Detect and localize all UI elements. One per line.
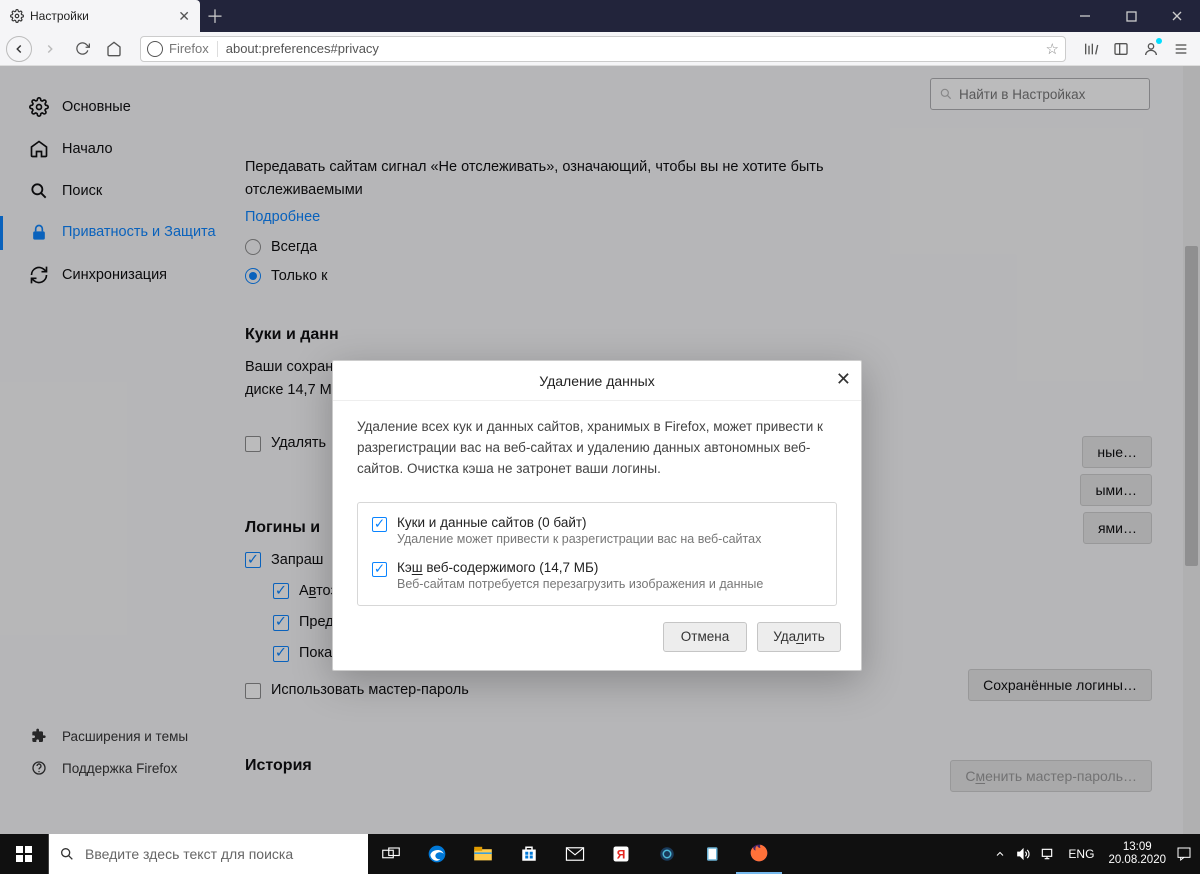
library-icon[interactable] [1078, 36, 1104, 62]
option-description: Удаление может привести к разрегистрации… [397, 532, 761, 546]
firefox-identity-icon [147, 41, 163, 57]
tab-title: Настройки [30, 9, 178, 23]
preferences-content: Основные Начало Поиск Приватность и Защи… [0, 66, 1200, 834]
checkbox-checked-icon: ✓ [372, 517, 387, 532]
search-placeholder: Введите здесь текст для поиска [85, 846, 293, 862]
sidebar-icon[interactable] [1108, 36, 1134, 62]
checkbox-checked-icon: ✓ [372, 562, 387, 577]
tray-volume-icon[interactable] [1016, 847, 1030, 861]
reload-button[interactable] [68, 35, 96, 63]
search-icon [59, 846, 75, 862]
app-menu-icon[interactable] [1168, 36, 1194, 62]
yandex-icon[interactable]: Я [598, 834, 644, 874]
mail-icon[interactable] [552, 834, 598, 874]
back-button[interactable] [6, 36, 32, 62]
tray-notifications-icon[interactable] [1176, 846, 1192, 862]
clear-data-dialog: Удаление данных ✕ Удаление всех кук и да… [332, 360, 862, 671]
forward-button[interactable] [36, 35, 64, 63]
store-icon[interactable] [506, 834, 552, 874]
window-titlebar: Настройки ✕ ＋ [0, 0, 1200, 32]
option-cookies[interactable]: ✓ Куки и данные сайтов (0 байт) Удаление… [372, 515, 822, 546]
dialog-cancel-button[interactable]: Отмена [663, 622, 747, 652]
windows-search-input[interactable]: Введите здесь текст для поиска [48, 834, 368, 874]
firefox-taskbar-icon[interactable] [736, 834, 782, 874]
dialog-options: ✓ Куки и данные сайтов (0 байт) Удаление… [357, 502, 837, 606]
app-icon-1[interactable] [644, 834, 690, 874]
account-icon[interactable] [1138, 36, 1164, 62]
home-button[interactable] [100, 35, 128, 63]
navigation-toolbar: Firefox about:preferences#privacy ☆ [0, 32, 1200, 66]
svg-text:Я: Я [617, 848, 626, 862]
edge-icon[interactable] [414, 834, 460, 874]
file-explorer-icon[interactable] [460, 834, 506, 874]
window-close-button[interactable] [1154, 0, 1200, 32]
bookmark-star-icon[interactable]: ☆ [1046, 40, 1059, 58]
tray-network-icon[interactable] [1040, 847, 1054, 861]
dialog-title: Удаление данных ✕ [333, 361, 861, 401]
tray-language[interactable]: ENG [1064, 847, 1098, 861]
start-button[interactable] [0, 834, 48, 874]
dialog-clear-button[interactable]: Удалить [757, 622, 841, 652]
urlbar-brand: Firefox [169, 41, 209, 56]
tab-close-icon[interactable]: ✕ [178, 8, 190, 25]
task-view-icon[interactable] [368, 834, 414, 874]
window-maximize-button[interactable] [1108, 0, 1154, 32]
option-label: Куки и данные сайтов (0 байт) [397, 515, 761, 530]
windows-taskbar: Введите здесь текст для поиска Я ENG 13:… [0, 834, 1200, 874]
tray-chevron-up-icon[interactable] [994, 848, 1006, 860]
window-minimize-button[interactable] [1062, 0, 1108, 32]
urlbar-address: about:preferences#privacy [226, 41, 1046, 56]
app-icon-2[interactable] [690, 834, 736, 874]
url-bar[interactable]: Firefox about:preferences#privacy ☆ [140, 36, 1066, 62]
dialog-body-text: Удаление всех кук и данных сайтов, храни… [333, 401, 861, 488]
gear-icon [10, 9, 24, 23]
browser-tab[interactable]: Настройки ✕ [0, 0, 200, 32]
new-tab-button[interactable]: ＋ [200, 0, 230, 32]
system-tray: ENG 13:09 20.08.2020 [994, 841, 1200, 867]
option-description: Веб-сайтам потребуется перезагрузить изо… [397, 577, 763, 591]
tray-clock[interactable]: 13:09 20.08.2020 [1108, 841, 1166, 867]
dialog-close-icon[interactable]: ✕ [836, 369, 851, 390]
option-cache[interactable]: ✓ Кэш веб-содержимого (14,7 МБ) Веб-сайт… [372, 560, 822, 591]
option-label: Кэш веб-содержимого (14,7 МБ) [397, 560, 763, 575]
